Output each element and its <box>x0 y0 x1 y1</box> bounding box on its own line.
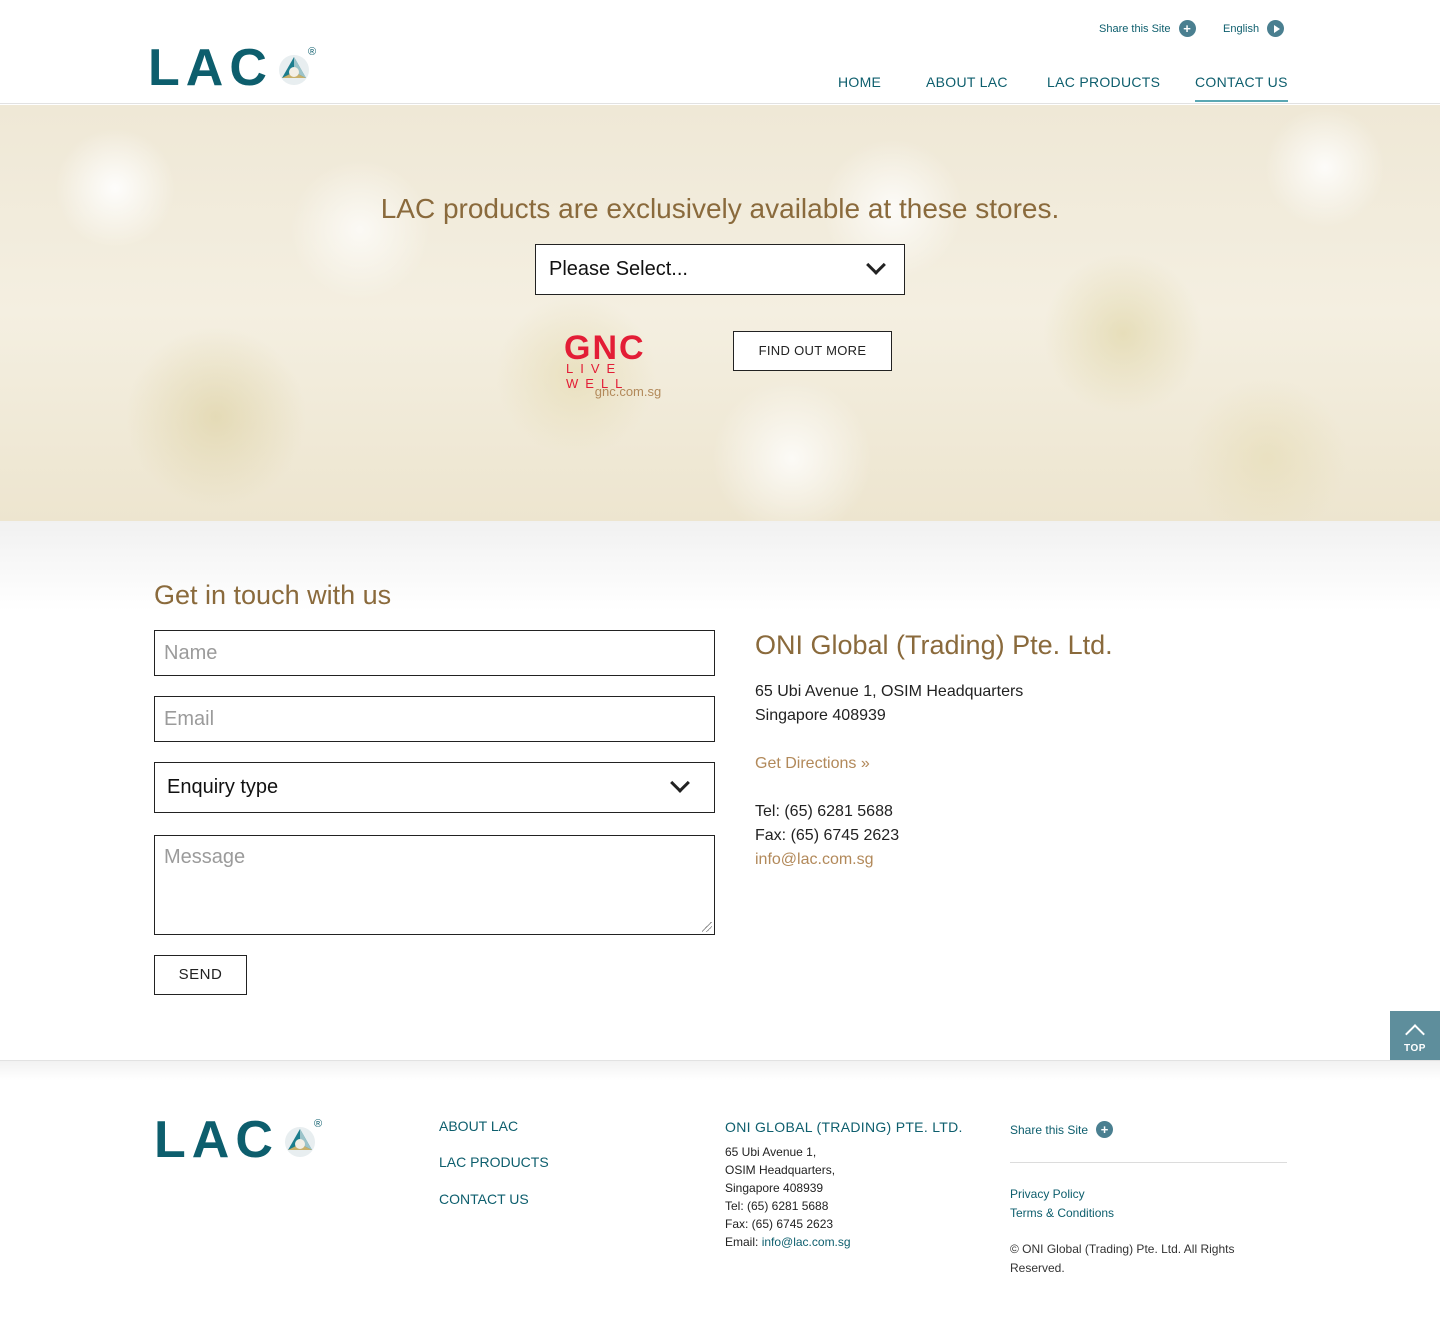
share-site-link[interactable]: Share this Site + <box>1099 20 1196 37</box>
email-field[interactable] <box>154 696 715 742</box>
footer-email-label: Email: <box>725 1235 762 1249</box>
chevron-up-icon <box>1405 1024 1425 1044</box>
language-selector[interactable]: English <box>1223 20 1285 37</box>
gnc-website-link[interactable]: gnc.com.sg <box>566 384 690 399</box>
company-email-link[interactable]: info@lac.com.sg <box>755 851 874 869</box>
copyright-text: © ONI Global (Trading) Pte. Ltd. All Rig… <box>1010 1242 1235 1275</box>
language-label: English <box>1223 22 1260 35</box>
send-button[interactable]: SEND <box>154 955 247 995</box>
footer-address-line: OSIM Headquarters, <box>725 1163 836 1177</box>
plus-circle-icon: + <box>1178 20 1196 37</box>
back-to-top-button[interactable]: TOP <box>1390 1011 1440 1061</box>
contact-title: Get in touch with us <box>154 580 392 610</box>
logo-mark-icon <box>279 55 309 85</box>
registered-mark: ® <box>308 46 317 58</box>
company-tel: Tel: (65) 6281 5688 <box>755 803 893 820</box>
footer-email-line: Email: info@lac.com.sg <box>725 1235 851 1249</box>
logo-wordmark: LAC <box>148 39 273 97</box>
chevron-down-icon <box>866 255 886 275</box>
message-field[interactable] <box>154 835 715 935</box>
company-name: ONI Global (Trading) Pte. Ltd. <box>755 630 1113 660</box>
plus-circle-icon: + <box>1096 1121 1114 1138</box>
registered-mark: ® <box>314 1118 323 1130</box>
resize-handle[interactable] <box>702 922 712 932</box>
company-address-line1: 65 Ubi Avenue 1, OSIM Headquarters <box>755 683 1024 700</box>
footer-share-label: Share this Site <box>1010 1122 1089 1137</box>
footer-separator <box>1010 1162 1287 1163</box>
footer-address-line: Singapore 408939 <box>725 1181 824 1195</box>
name-input[interactable] <box>155 631 714 675</box>
footer-address-line: 65 Ubi Avenue 1, <box>725 1145 817 1159</box>
footer-tel: Tel: (65) 6281 5688 <box>725 1199 829 1213</box>
terms-conditions-link[interactable]: Terms & Conditions <box>1010 1206 1114 1220</box>
footer-shadow <box>0 1061 1440 1081</box>
name-field[interactable] <box>154 630 715 676</box>
play-circle-icon <box>1267 20 1285 37</box>
site-header: LAC ® Share this Site + English HOME ABO… <box>0 0 1440 104</box>
footer-company-title: ONI GLOBAL (TRADING) PTE. LTD. <box>725 1119 963 1135</box>
footer-nav-about-lac[interactable]: ABOUT LAC <box>439 1118 518 1134</box>
enquiry-type-value: Enquiry type <box>167 776 279 798</box>
hero-title: LAC products are exclusively available a… <box>380 193 1060 224</box>
get-directions-link[interactable]: Get Directions » <box>755 755 870 773</box>
footer-lac-logo[interactable]: LAC ® <box>154 1112 326 1168</box>
privacy-policy-link[interactable]: Privacy Policy <box>1010 1187 1085 1201</box>
store-select[interactable]: Please Select... <box>535 244 905 295</box>
company-address-line2: Singapore 408939 <box>755 707 886 724</box>
footer-share-site-link[interactable]: Share this Site + <box>1010 1121 1114 1138</box>
nav-home[interactable]: HOME <box>838 74 881 90</box>
nav-contact-us[interactable]: CONTACT US <box>1195 74 1288 102</box>
chevron-down-icon <box>670 773 690 793</box>
store-locator-hero: LAC products are exclusively available a… <box>0 105 1440 521</box>
nav-lac-products[interactable]: LAC PRODUCTS <box>1047 74 1160 90</box>
logo-mark-icon <box>285 1127 315 1157</box>
footer-nav-contact-us[interactable]: CONTACT US <box>439 1191 529 1207</box>
nav-about-lac[interactable]: ABOUT LAC <box>926 74 1008 90</box>
store-select-value: Please Select... <box>549 258 688 280</box>
share-site-label: Share this Site <box>1099 22 1171 35</box>
message-textarea[interactable] <box>155 836 714 934</box>
gnc-logo[interactable]: GNC LIVE WELL <box>564 329 692 391</box>
enquiry-type-select[interactable]: Enquiry type <box>154 762 715 813</box>
lac-logo[interactable]: LAC ® <box>148 40 320 96</box>
back-to-top-label: TOP <box>1404 1043 1426 1054</box>
email-input[interactable] <box>155 697 714 741</box>
footer-fax: Fax: (65) 6745 2623 <box>725 1217 834 1231</box>
footer-email-link[interactable]: info@lac.com.sg <box>762 1235 851 1249</box>
find-out-more-button[interactable]: FIND OUT MORE <box>733 331 892 371</box>
footer-logo-wordmark: LAC <box>154 1111 279 1169</box>
footer-nav-lac-products[interactable]: LAC PRODUCTS <box>439 1154 549 1170</box>
company-fax: Fax: (65) 6745 2623 <box>755 827 900 844</box>
